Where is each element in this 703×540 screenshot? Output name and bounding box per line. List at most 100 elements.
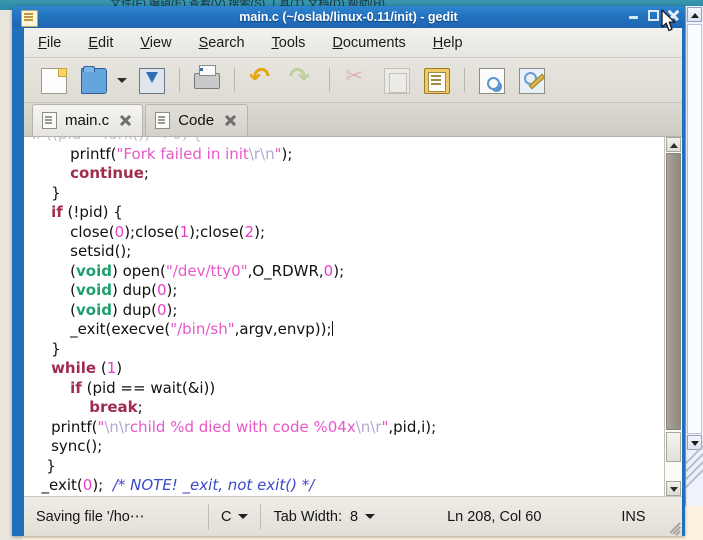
menu-tools[interactable]: Tools	[272, 35, 306, 51]
code-token: );close(	[124, 223, 179, 241]
insert-mode-indicator: INS	[609, 497, 657, 537]
tab-close-icon[interactable]	[118, 113, 133, 128]
scrollbar-thumb[interactable]	[666, 153, 681, 430]
code-token: ;	[138, 398, 143, 416]
redo-button[interactable]	[282, 62, 320, 98]
open-folder-icon	[81, 68, 107, 94]
copy-button[interactable]	[377, 62, 415, 98]
document-icon	[155, 112, 170, 129]
code-token: 0	[115, 223, 125, 241]
code-token: "/bin/sh"	[170, 320, 234, 338]
code-token	[32, 203, 51, 221]
statusbar-resize-grip[interactable]	[664, 518, 680, 534]
window-titlebar[interactable]: main.c (~/oslab/linux-0.11/init) - gedit	[12, 6, 685, 28]
code-token: "/dev/tty0"	[166, 262, 248, 280]
code-line[interactable]: printf("Fork failed in init\r\n");	[24, 145, 664, 165]
new-document-button[interactable]	[34, 62, 72, 98]
cut-button[interactable]	[337, 62, 375, 98]
find-button[interactable]	[472, 62, 510, 98]
scissors-icon	[344, 68, 368, 92]
tab-code[interactable]: Code	[145, 104, 248, 136]
window-scroll-up-arrow-icon[interactable]	[687, 7, 702, 22]
editor-vertical-scrollbar[interactable]	[664, 137, 682, 496]
code-token: }	[32, 340, 61, 358]
code-line[interactable]: if (!pid) {	[24, 203, 664, 223]
code-token: \n\r	[356, 418, 382, 436]
code-token: ) dup(	[112, 301, 157, 319]
code-token: (pid == wait(&i))	[82, 379, 215, 397]
code-token: _exit(	[32, 476, 83, 494]
menu-view[interactable]: View	[140, 35, 171, 51]
code-token: ;	[144, 164, 149, 182]
redo-arrow-icon	[289, 68, 313, 92]
code-line[interactable]: (void) dup(0);	[24, 301, 664, 321]
code-token: ,pid,i);	[388, 418, 436, 436]
code-line[interactable]: }	[24, 184, 664, 204]
cursor-position: Ln 208, Col 60	[435, 497, 553, 537]
language-label: C	[221, 509, 231, 525]
tab-width-selector[interactable]: Tab Width: 8	[261, 497, 387, 537]
undo-button[interactable]	[242, 62, 280, 98]
code-line[interactable]: if ((pid = fork()) < 0) {	[24, 137, 664, 145]
code-token: 0	[157, 301, 167, 319]
code-line[interactable]: sync();	[24, 437, 664, 457]
minimize-icon[interactable]	[626, 8, 641, 23]
code-token	[32, 359, 51, 377]
window-scrollbar-track[interactable]	[687, 24, 702, 434]
code-line[interactable]: }	[24, 457, 664, 477]
code-token: ) open(	[112, 262, 166, 280]
code-editor[interactable]: if ((pid = fork()) < 0) { printf("Fork f…	[24, 137, 682, 497]
code-line[interactable]: break;	[24, 398, 664, 418]
scroll-up-arrow-icon[interactable]	[666, 137, 681, 152]
code-token: 1	[107, 359, 117, 377]
code-line[interactable]: if (pid == wait(&i))	[24, 379, 664, 399]
menu-search[interactable]: Search	[199, 35, 245, 51]
code-token: void	[76, 262, 112, 280]
menu-documents[interactable]: Documents	[332, 35, 405, 51]
code-line[interactable]: (void) dup(0);	[24, 281, 664, 301]
window-vertical-scrollbar[interactable]	[685, 6, 703, 506]
code-text[interactable]: if ((pid = fork()) < 0) { printf("Fork f…	[24, 137, 664, 497]
menu-file[interactable]: File	[38, 35, 61, 51]
open-document-button[interactable]	[74, 62, 112, 98]
window-resize-grip[interactable]	[686, 445, 703, 493]
tab-main-c[interactable]: main.c	[32, 104, 143, 136]
status-message: Saving file '/ho⋯	[24, 497, 208, 537]
code-token: );	[167, 281, 178, 299]
code-token: )	[116, 359, 122, 377]
maximize-icon[interactable]	[646, 8, 661, 23]
code-token: (	[32, 262, 76, 280]
language-selector[interactable]: C	[209, 497, 260, 537]
code-line[interactable]: }	[24, 340, 664, 360]
code-token: child %d died with code %04x	[130, 418, 356, 436]
code-line[interactable]: printf("\n\rchild %d died with code %04x…	[24, 418, 664, 438]
save-disk-icon	[139, 68, 165, 94]
print-button[interactable]	[187, 62, 225, 98]
code-line[interactable]: _exit(execve("/bin/sh",argv,envp));	[24, 320, 664, 340]
menu-help[interactable]: Help	[433, 35, 463, 51]
code-line[interactable]: _exit(0); /* NOTE! _exit, not exit() */	[24, 476, 664, 496]
code-line[interactable]: close(0);close(1);close(2);	[24, 223, 664, 243]
paste-button[interactable]	[417, 62, 455, 98]
replace-button[interactable]	[512, 62, 550, 98]
tab-width-label: Tab Width:	[273, 509, 342, 525]
code-token: );	[254, 223, 265, 241]
tab-close-icon[interactable]	[223, 113, 238, 128]
clipboard-icon	[424, 68, 450, 94]
code-token: /* NOTE! _exit, not exit() */	[113, 476, 314, 494]
code-line[interactable]: (void) open("/dev/tty0",O_RDWR,0);	[24, 262, 664, 282]
document-tabbar: main.c Code	[24, 103, 682, 137]
code-line[interactable]: setsid();	[24, 242, 664, 262]
code-line[interactable]: continue;	[24, 164, 664, 184]
open-recent-dropdown[interactable]	[114, 62, 128, 98]
code-line[interactable]: while (1)	[24, 359, 664, 379]
code-token: sync();	[32, 437, 102, 455]
undo-arrow-icon	[249, 68, 273, 92]
code-token: (	[32, 281, 76, 299]
menu-edit[interactable]: Edit	[88, 35, 113, 51]
scrollbar-secondary-thumb[interactable]	[666, 432, 681, 462]
mouse-pointer	[661, 9, 677, 33]
code-token: \n\r	[104, 418, 129, 436]
scroll-down-arrow-icon[interactable]	[666, 481, 681, 496]
save-button[interactable]	[132, 62, 170, 98]
